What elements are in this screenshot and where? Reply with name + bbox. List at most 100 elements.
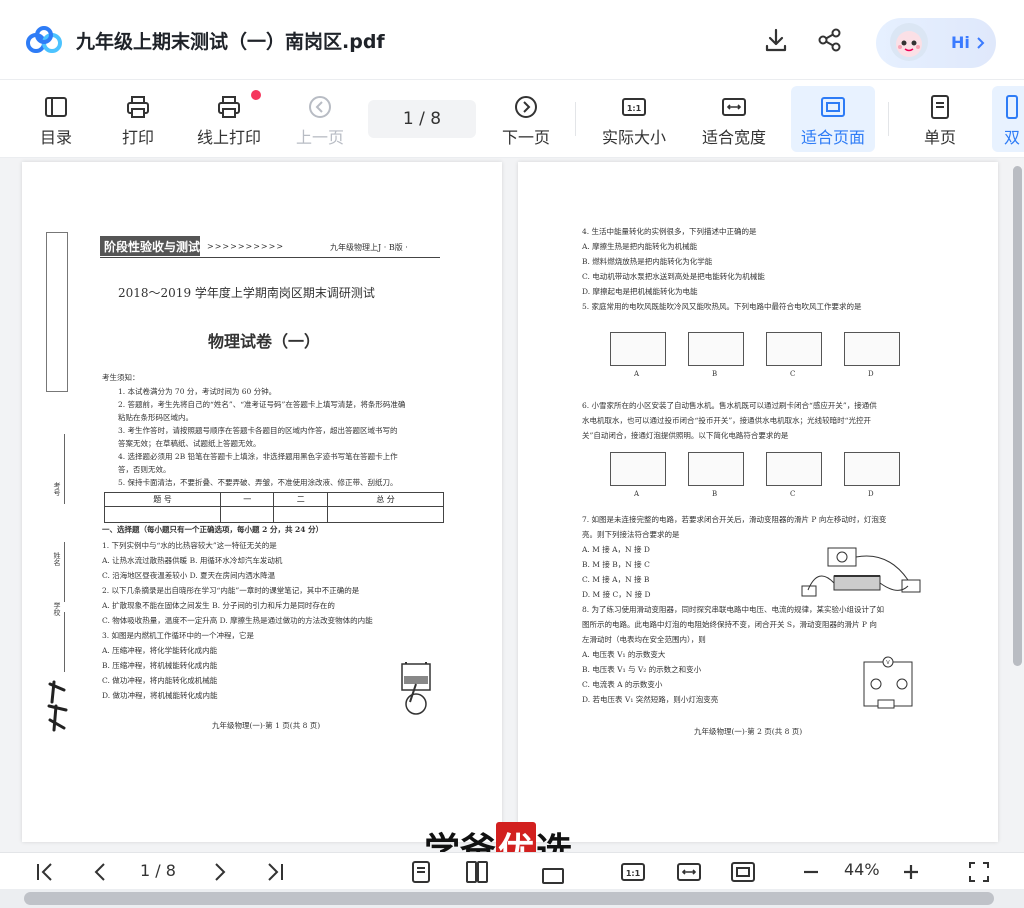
choice-label: A xyxy=(634,370,640,378)
pdf-page-2: 4. 生活中能量转化的实例很多，下列描述中正确的是 A. 摩擦生热是把内能转化为机… xyxy=(518,162,998,842)
text-line: C. 物体吸收热量，温度不一定升高 D. 摩擦生热是通过做功的方法改变物体的内能 xyxy=(102,616,373,625)
zoom-level[interactable]: 44% xyxy=(844,860,880,879)
page-number-input[interactable]: 1 / 8 xyxy=(368,100,476,138)
fit-width-button[interactable]: 适合宽度 xyxy=(698,86,770,152)
circuit-diagram xyxy=(766,332,822,366)
toc-button[interactable]: 目录 xyxy=(30,86,82,152)
choice-label: C xyxy=(790,490,796,498)
document-title: 九年级上期末测试（一）南岗区.pdf xyxy=(76,31,385,53)
text-line: 1. 下列实例中与“水的比热容较大”这一特征无关的是 xyxy=(102,541,277,550)
toolbar-divider xyxy=(888,102,889,136)
engine-diagram xyxy=(401,662,431,715)
banner-title: 阶段性验收与测试 xyxy=(104,240,201,254)
document-viewer[interactable]: 阶段性验收与测试 >>>>>>>>>> 九年级物理上J · B版 · 2018～… xyxy=(0,158,1024,852)
fullscreen-icon[interactable] xyxy=(966,859,992,885)
next-page-icon[interactable] xyxy=(206,859,232,885)
double-page-button[interactable]: 双 xyxy=(992,86,1024,152)
fit-page-button[interactable]: 适合页面 xyxy=(791,86,875,152)
double-page-label: 双 xyxy=(1004,128,1021,147)
text-line: C. 电动机带动水泵把水送到高处是把电能转化为机械能 xyxy=(582,272,765,281)
last-page-icon[interactable] xyxy=(262,859,288,885)
circuit-diagram xyxy=(688,452,744,486)
online-print-button[interactable]: 线上打印 xyxy=(192,86,266,152)
table-header-cell: 二 xyxy=(273,492,328,507)
print-label: 打印 xyxy=(121,128,154,147)
side-line xyxy=(64,612,65,672)
page-footer: 九年级物理(一)·第 1 页(共 8 页) xyxy=(212,721,321,730)
circuit-diagram xyxy=(844,452,900,486)
choice-label: B xyxy=(712,370,718,378)
text-line: 5. 家庭常用的电吹风既能吹冷风又能吹热风。下列电路中最符合电吹风工作要求的是 xyxy=(582,302,862,311)
text-line: D. M 接 C，N 接 D xyxy=(582,590,651,599)
fit-page-icon[interactable] xyxy=(730,859,756,885)
bottom-page-indicator[interactable]: 1 / 8 xyxy=(140,861,176,880)
text-line: D. 摩擦起电是把机械能转化为电能 xyxy=(582,287,698,296)
calligraphy-seal xyxy=(47,680,68,732)
zoom-in-icon[interactable] xyxy=(898,859,924,885)
text-line: 左滑动时（电表均在安全范围内），则 xyxy=(582,635,706,644)
choice-label: B xyxy=(712,490,718,498)
first-page-icon[interactable] xyxy=(32,859,58,885)
text-line: C. 沿海地区昼夜温差较小 D. 夏天在房间内洒水降温 xyxy=(102,571,276,580)
chevron-right-circle-icon xyxy=(515,96,537,118)
horizontal-scrollbar-thumb[interactable] xyxy=(24,892,994,905)
circuit-diagram xyxy=(610,332,666,366)
toc-icon xyxy=(45,97,67,117)
banner-rule xyxy=(100,257,440,258)
fit-width-icon[interactable] xyxy=(676,859,702,885)
side-label-name: 姓名 xyxy=(53,552,61,566)
banner-arrows: >>>>>>>>>> xyxy=(207,242,285,251)
side-line xyxy=(64,542,65,602)
title-bar: 九年级上期末测试（一）南岗区.pdf Hi xyxy=(0,0,1024,80)
text-line: A. 摩擦生热是把内能转化为机械能 xyxy=(582,242,698,251)
chevron-left-circle-icon xyxy=(309,96,331,118)
text-line: C. M 接 A，N 接 B xyxy=(582,575,650,584)
actual-size-icon[interactable]: 1:1 xyxy=(620,859,646,885)
text-line: A. 扩散现象不能在固体之间发生 B. 分子间的引力和斥力是同时存在的 xyxy=(102,601,335,610)
circuit-diagram xyxy=(688,332,744,366)
text-line: D. 做功冲程，将机械能转化成内能 xyxy=(102,691,218,700)
scroll-view-icon[interactable] xyxy=(540,859,566,885)
download-icon[interactable] xyxy=(762,26,790,54)
q8-circuit-diagram: V xyxy=(863,656,913,709)
choice-label: C xyxy=(790,370,796,378)
side-line xyxy=(64,434,65,504)
text-line: B. M 接 B，N 接 C xyxy=(582,560,650,569)
actual-size-button[interactable]: 1:1 实际大小 xyxy=(598,86,670,152)
share-icon[interactable] xyxy=(816,26,844,54)
text-line: D. 若电压表 V₁ 突然短路，则小灯泡变亮 xyxy=(582,695,719,704)
text-line: 2. 以下几条摘录是出自晓彤在学习“内能”一章时的课堂笔记，其中不正确的是 xyxy=(102,586,360,595)
single-page-label: 单页 xyxy=(923,128,956,147)
banner-right: 九年级物理上J · B版 · xyxy=(330,243,408,252)
previous-page-icon[interactable] xyxy=(88,859,114,885)
assistant-hi-button[interactable]: Hi xyxy=(876,18,996,68)
choice-label: A xyxy=(634,490,640,498)
table-header-cell: 题 号 xyxy=(103,492,222,507)
horizontal-scrollbar[interactable] xyxy=(0,889,1024,908)
bottom-navigation-bar: 1 / 8 1:1 44% xyxy=(0,852,1024,908)
single-view-icon[interactable] xyxy=(408,859,434,885)
pdf-page-1: 阶段性验收与测试 >>>>>>>>>> 九年级物理上J · B版 · 2018～… xyxy=(22,162,502,842)
text-line: A. M 接 A，N 接 D xyxy=(582,545,650,554)
print-button[interactable]: 打印 xyxy=(112,86,164,152)
paper-title: 物理试卷（一） xyxy=(208,332,321,351)
fit-width-icon xyxy=(722,98,746,116)
svg-text:1:1: 1:1 xyxy=(627,104,642,113)
vertical-scrollbar[interactable] xyxy=(1013,166,1022,666)
double-view-icon[interactable] xyxy=(464,859,490,885)
text-line: A. 让热水流过散热器供暖 B. 用循环水冷却汽车发动机 xyxy=(102,556,283,565)
text-line: B. 电压表 V₁ 与 V₂ 的示数之和变小 xyxy=(582,665,702,674)
text-line: C. 电流表 A 的示数变小 xyxy=(582,680,663,689)
prev-page-button[interactable]: 上一页 xyxy=(292,86,348,152)
hi-label: Hi xyxy=(951,33,970,52)
text-line: 8. 为了练习使用滑动变阻器，同时探究串联电路中电压、电流的规律，某实验小组设计… xyxy=(582,605,885,614)
single-page-button[interactable]: 单页 xyxy=(912,86,968,152)
text-line: A. 压缩冲程，将化学能转化成内能 xyxy=(102,646,218,655)
zoom-out-icon[interactable] xyxy=(798,859,824,885)
pdf-toolbar: 目录 打印 线上打印 上一页 1 / 8 下一页 1:1 实际大小 适合宽度 适… xyxy=(0,80,1024,158)
text-line: A. 电压表 V₁ 的示数变大 xyxy=(582,650,666,659)
next-page-button[interactable]: 下一页 xyxy=(498,86,554,152)
text-line: C. 做功冲程，将内能转化成机械能 xyxy=(102,676,218,685)
page-footer: 九年级物理(一)·第 2 页(共 8 页) xyxy=(694,727,803,736)
notification-dot xyxy=(251,90,261,100)
